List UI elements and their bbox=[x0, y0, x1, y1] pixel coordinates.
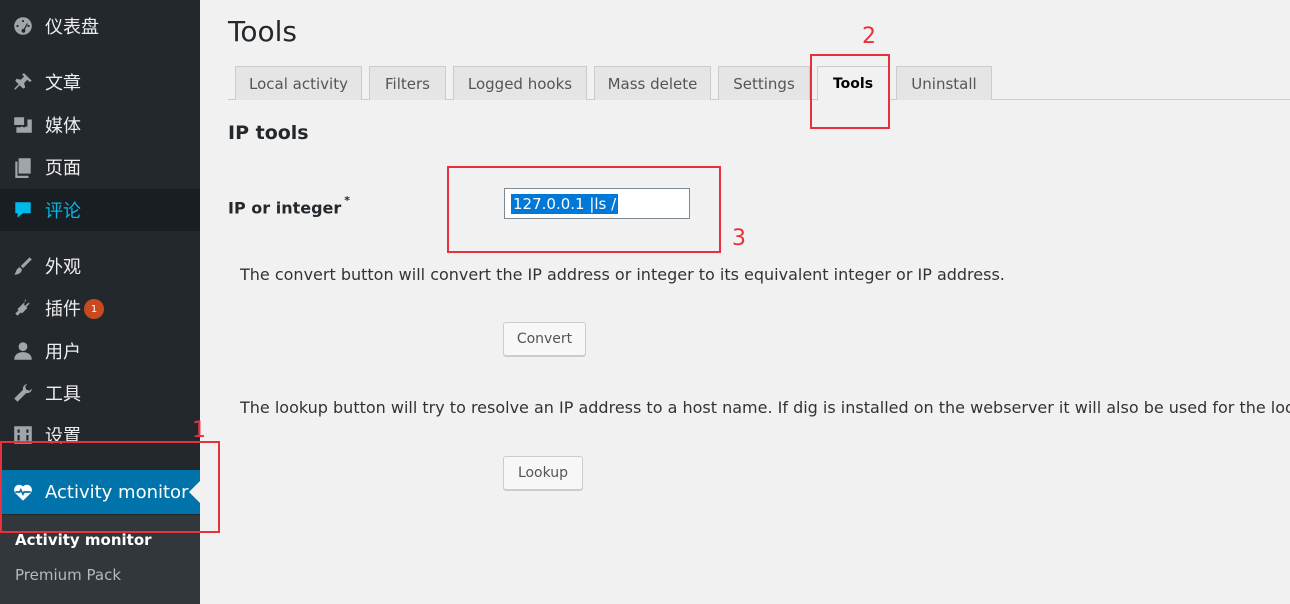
tab-filters[interactable]: Filters bbox=[369, 66, 446, 100]
plugin-icon bbox=[11, 296, 35, 320]
annotation-number-3: 3 bbox=[732, 226, 746, 251]
annotation-box-3 bbox=[447, 166, 721, 253]
dashboard-icon bbox=[11, 14, 35, 38]
tab-mass-delete[interactable]: Mass delete bbox=[594, 66, 711, 100]
tab-logged-hooks[interactable]: Logged hooks bbox=[453, 66, 587, 100]
convert-button[interactable]: Convert bbox=[503, 322, 586, 356]
annotation-box-1 bbox=[0, 441, 220, 533]
menu-label: 仪表盘 bbox=[45, 17, 99, 38]
section-title: IP tools bbox=[228, 122, 309, 144]
menu-item-plugins[interactable]: 插件 1 bbox=[0, 288, 200, 328]
page-title: Tools bbox=[228, 15, 297, 48]
tab-bar: Local activity Filters Logged hooks Mass… bbox=[228, 66, 1290, 101]
lookup-description: The lookup button will try to resolve an… bbox=[240, 398, 1290, 417]
menu-label: 工具 bbox=[45, 384, 81, 405]
required-mark: * bbox=[344, 194, 351, 207]
menu-item-comments[interactable]: 评论 bbox=[0, 189, 200, 231]
tab-local-activity[interactable]: Local activity bbox=[235, 66, 362, 100]
menu-label: 媒体 bbox=[45, 116, 81, 137]
ip-field-label: IP or integer * bbox=[228, 194, 351, 218]
update-count-badge: 1 bbox=[84, 299, 104, 319]
comment-icon bbox=[11, 198, 35, 222]
menu-item-pages[interactable]: 页面 bbox=[0, 147, 200, 187]
menu-label: 页面 bbox=[45, 158, 81, 179]
main-content: Tools Local activity Filters Logged hook… bbox=[200, 0, 1290, 604]
tab-uninstall[interactable]: Uninstall bbox=[896, 66, 992, 100]
media-icon bbox=[11, 113, 35, 137]
menu-item-tools[interactable]: 工具 bbox=[0, 373, 200, 413]
wrench-icon bbox=[11, 381, 35, 405]
annotation-number-2: 2 bbox=[862, 24, 876, 49]
page-icon bbox=[11, 155, 35, 179]
menu-label: 用户 bbox=[45, 342, 81, 363]
menu-label: 文章 bbox=[45, 73, 81, 94]
menu-item-dashboard[interactable]: 仪表盘 bbox=[0, 6, 200, 46]
menu-item-appearance[interactable]: 外观 bbox=[0, 246, 200, 286]
annotation-number-1: 1 bbox=[192, 418, 206, 443]
brush-icon bbox=[11, 254, 35, 278]
pin-icon bbox=[11, 70, 35, 94]
lookup-button[interactable]: Lookup bbox=[503, 456, 583, 490]
menu-item-media[interactable]: 媒体 bbox=[0, 105, 200, 145]
tab-settings[interactable]: Settings bbox=[718, 66, 810, 100]
convert-description: The convert button will convert the IP a… bbox=[240, 265, 1005, 284]
submenu-item-premium-pack[interactable]: Premium Pack bbox=[15, 566, 121, 584]
submenu-item-activity-monitor[interactable]: Activity monitor bbox=[15, 531, 152, 549]
menu-label: 外观 bbox=[45, 257, 81, 278]
menu-item-users[interactable]: 用户 bbox=[0, 331, 200, 371]
ip-label-text: IP or integer bbox=[228, 198, 342, 218]
menu-item-posts[interactable]: 文章 bbox=[0, 62, 200, 102]
menu-label: 插件 bbox=[45, 299, 81, 320]
user-icon bbox=[11, 339, 35, 363]
annotation-box-2 bbox=[810, 54, 890, 129]
menu-label: 评论 bbox=[45, 201, 81, 222]
